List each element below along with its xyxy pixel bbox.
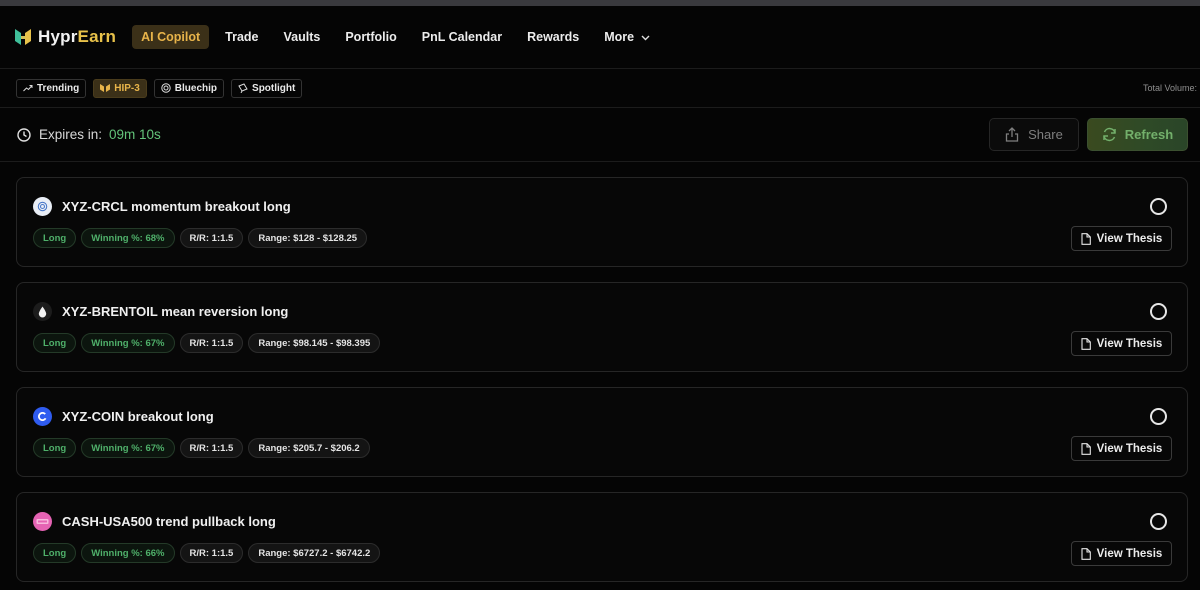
winning-badge: Winning %: 67% xyxy=(81,333,175,353)
crcl-icon xyxy=(33,197,52,216)
document-icon xyxy=(1081,442,1091,455)
hyprearn-logo-icon xyxy=(15,29,31,45)
select-radio[interactable] xyxy=(1150,198,1167,215)
range-badge: Range: $128 - $128.25 xyxy=(248,228,368,248)
filter-spotlight[interactable]: Spotlight xyxy=(231,78,303,98)
nav-rewards[interactable]: Rewards xyxy=(518,25,588,49)
risk-reward-badge: R/R: 1:1.5 xyxy=(179,543,244,563)
card-title: CASH-USA500 trend pullback long xyxy=(62,514,276,529)
direction-badge: Long xyxy=(33,543,77,563)
card-title: XYZ-BRENTOIL mean reversion long xyxy=(62,304,289,319)
coinbase-icon xyxy=(33,407,52,426)
card-tags: Long Winning %: 68% R/R: 1:1.5 Range: $1… xyxy=(33,228,372,248)
select-radio[interactable] xyxy=(1150,303,1167,320)
direction-badge: Long xyxy=(33,228,77,248)
document-icon xyxy=(1081,547,1091,560)
expires-label: Expires in: xyxy=(39,127,103,142)
document-icon xyxy=(1081,232,1091,245)
range-badge: Range: $205.7 - $206.2 xyxy=(248,438,370,458)
trade-card[interactable]: XYZ-BRENTOIL mean reversion long Long Wi… xyxy=(16,282,1188,372)
nav-ai-copilot[interactable]: AI Copilot xyxy=(132,25,210,49)
view-thesis-button[interactable]: View Thesis xyxy=(1071,226,1172,251)
clock-icon xyxy=(17,127,31,142)
filter-bluechip[interactable]: Bluechip xyxy=(153,78,225,98)
risk-reward-badge: R/R: 1:1.5 xyxy=(179,333,244,353)
refresh-button[interactable]: Refresh xyxy=(1087,118,1188,151)
select-radio[interactable] xyxy=(1150,408,1167,425)
share-button[interactable]: Share xyxy=(989,118,1079,151)
usa500-icon xyxy=(33,512,52,531)
trade-card[interactable]: CASH-USA500 trend pullback long Long Win… xyxy=(16,492,1188,582)
trending-icon xyxy=(23,85,33,92)
nav-vaults[interactable]: Vaults xyxy=(275,25,330,49)
winning-badge: Winning %: 66% xyxy=(81,543,175,563)
brand-logo[interactable]: HyprEarn xyxy=(15,22,116,52)
hip3-icon xyxy=(100,84,111,92)
trade-ideas-list: XYZ-CRCL momentum breakout long Long Win… xyxy=(16,177,1188,590)
direction-badge: Long xyxy=(33,333,77,353)
risk-reward-badge: R/R: 1:1.5 xyxy=(179,438,244,458)
range-badge: Range: $98.145 - $98.395 xyxy=(248,333,381,353)
trade-card[interactable]: XYZ-CRCL momentum breakout long Long Win… xyxy=(16,177,1188,267)
nav-more[interactable]: More xyxy=(595,25,659,49)
nav-pnl-calendar[interactable]: PnL Calendar xyxy=(413,25,511,49)
direction-badge: Long xyxy=(33,438,77,458)
risk-reward-badge: R/R: 1:1.5 xyxy=(179,228,244,248)
bluechip-icon xyxy=(161,83,171,93)
chevron-down-icon xyxy=(641,30,650,44)
card-title: XYZ-CRCL momentum breakout long xyxy=(62,199,291,214)
expires-timer: Expires in: 09m 10s xyxy=(17,127,161,142)
card-tags: Long Winning %: 67% R/R: 1:1.5 Range: $2… xyxy=(33,438,375,458)
view-thesis-button[interactable]: View Thesis xyxy=(1071,436,1172,461)
select-radio[interactable] xyxy=(1150,513,1167,530)
nav-trade[interactable]: Trade xyxy=(216,25,267,49)
top-navbar: HyprEarn AI Copilot Trade Vaults Portfol… xyxy=(0,6,1200,69)
winning-badge: Winning %: 68% xyxy=(81,228,175,248)
main-menu: AI Copilot Trade Vaults Portfolio PnL Ca… xyxy=(132,25,666,49)
expires-countdown: 09m 10s xyxy=(109,127,161,142)
range-badge: Range: $6727.2 - $6742.2 xyxy=(248,543,381,563)
card-tags: Long Winning %: 67% R/R: 1:1.5 Range: $9… xyxy=(33,333,385,353)
spotlight-icon xyxy=(238,83,248,93)
refresh-icon xyxy=(1103,127,1116,142)
card-tags: Long Winning %: 66% R/R: 1:1.5 Range: $6… xyxy=(33,543,385,563)
total-volume-label: Total Volume: xyxy=(1142,83,1197,93)
view-thesis-button[interactable]: View Thesis xyxy=(1071,331,1172,356)
share-icon xyxy=(1005,127,1019,142)
filter-hip3[interactable]: HIP-3 xyxy=(93,78,147,98)
expires-bar: Expires in: 09m 10s Share Refresh xyxy=(0,108,1200,162)
card-title: XYZ-COIN breakout long xyxy=(62,409,214,424)
nav-portfolio[interactable]: Portfolio xyxy=(336,25,405,49)
brand-name: HyprEarn xyxy=(38,27,117,46)
trade-card[interactable]: XYZ-COIN breakout long Long Winning %: 6… xyxy=(16,387,1188,477)
oil-drop-icon xyxy=(33,302,52,321)
category-filters: Trending HIP-3 Bluechip Spotlight Total … xyxy=(0,69,1200,108)
winning-badge: Winning %: 67% xyxy=(81,438,175,458)
view-thesis-button[interactable]: View Thesis xyxy=(1071,541,1172,566)
document-icon xyxy=(1081,337,1091,350)
filter-trending[interactable]: Trending xyxy=(16,78,87,98)
